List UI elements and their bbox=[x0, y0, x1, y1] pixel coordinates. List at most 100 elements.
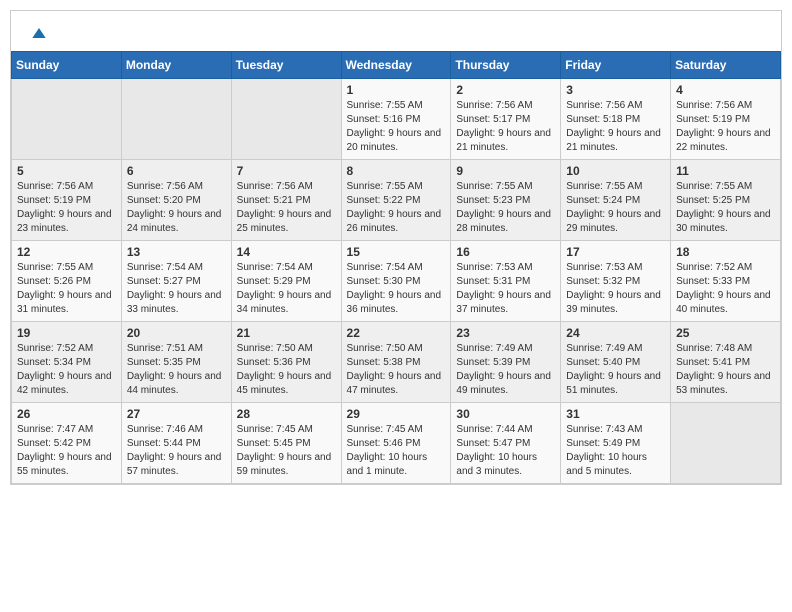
day-number: 30 bbox=[456, 407, 555, 421]
day-cell: 11 Sunrise: 7:55 AMSunset: 5:25 PMDayligh… bbox=[671, 160, 781, 241]
day-info: Sunrise: 7:56 AMSunset: 5:20 PMDaylight:… bbox=[127, 180, 226, 236]
logo-icon bbox=[29, 23, 49, 43]
day-info: Sunrise: 7:47 AMSunset: 5:42 PMDaylight:… bbox=[17, 423, 116, 479]
day-number: 7 bbox=[237, 164, 336, 178]
day-cell: 13Sunrise: 7:54 AMSunset: 5:27 PMDayligh… bbox=[121, 241, 231, 322]
weekday-header-friday: Friday bbox=[561, 52, 671, 79]
day-info: Sunrise: 7:55 AMSunset: 5:16 PMDaylight:… bbox=[347, 99, 446, 155]
day-number: 12 bbox=[17, 245, 116, 259]
week-row-4: 19 Sunrise: 7:52 AMSunset: 5:34 PMDayligh… bbox=[12, 322, 781, 403]
day-cell: 26 Sunrise: 7:47 AMSunset: 5:42 PMDayligh… bbox=[12, 403, 122, 484]
day-number: 17 bbox=[566, 245, 665, 259]
day-cell: 31Sunrise: 7:43 AMSunset: 5:49 PMDayligh… bbox=[561, 403, 671, 484]
day-cell: 8Sunrise: 7:55 AMSunset: 5:22 PMDaylight… bbox=[341, 160, 451, 241]
day-info: Sunrise: 7:45 AMSunset: 5:45 PMDaylight:… bbox=[237, 423, 336, 479]
day-number: 16 bbox=[456, 245, 555, 259]
day-number: 5 bbox=[17, 164, 116, 178]
day-number: 21 bbox=[237, 326, 336, 340]
day-number: 31 bbox=[566, 407, 665, 421]
day-info: Sunrise: 7:50 AMSunset: 5:36 PMDaylight:… bbox=[237, 342, 336, 398]
day-info: Sunrise: 7:46 AMSunset: 5:44 PMDaylight:… bbox=[127, 423, 226, 479]
day-number: 10 bbox=[566, 164, 665, 178]
weekday-header-thursday: Thursday bbox=[451, 52, 561, 79]
day-number: 25 bbox=[676, 326, 775, 340]
day-info: Sunrise: 7:55 AMSunset: 5:23 PMDaylight:… bbox=[456, 180, 555, 236]
day-number: 3 bbox=[566, 83, 665, 97]
day-info: Sunrise: 7:48 AMSunset: 5:41 PMDaylight:… bbox=[676, 342, 775, 398]
day-cell: 3 Sunrise: 7:56 AMSunset: 5:18 PMDaylight… bbox=[561, 79, 671, 160]
day-cell bbox=[121, 79, 231, 160]
day-info: Sunrise: 7:53 AMSunset: 5:32 PMDaylight:… bbox=[566, 261, 665, 317]
weekday-header-saturday: Saturday bbox=[671, 52, 781, 79]
day-cell: 17 Sunrise: 7:53 AMSunset: 5:32 PMDayligh… bbox=[561, 241, 671, 322]
day-number: 4 bbox=[676, 83, 775, 97]
day-info: Sunrise: 7:55 AMSunset: 5:24 PMDaylight:… bbox=[566, 180, 665, 236]
day-info: Sunrise: 7:52 AMSunset: 5:33 PMDaylight:… bbox=[676, 261, 775, 317]
day-info: Sunrise: 7:55 AMSunset: 5:26 PMDaylight:… bbox=[17, 261, 116, 317]
day-number: 27 bbox=[127, 407, 226, 421]
day-number: 1 bbox=[347, 83, 446, 97]
day-info: Sunrise: 7:56 AMSunset: 5:19 PMDaylight:… bbox=[676, 99, 775, 155]
day-number: 8 bbox=[347, 164, 446, 178]
day-info: Sunrise: 7:54 AMSunset: 5:29 PMDaylight:… bbox=[237, 261, 336, 317]
day-cell: 22 Sunrise: 7:50 AMSunset: 5:38 PMDayligh… bbox=[341, 322, 451, 403]
day-number: 15 bbox=[347, 245, 446, 259]
day-info: Sunrise: 7:55 AMSunset: 5:25 PMDaylight:… bbox=[676, 180, 775, 236]
day-info: Sunrise: 7:52 AMSunset: 5:34 PMDaylight:… bbox=[17, 342, 116, 398]
day-cell: 10 Sunrise: 7:55 AMSunset: 5:24 PMDayligh… bbox=[561, 160, 671, 241]
day-info: Sunrise: 7:56 AMSunset: 5:19 PMDaylight:… bbox=[17, 180, 116, 236]
day-number: 9 bbox=[456, 164, 555, 178]
logo bbox=[27, 23, 49, 43]
day-number: 26 bbox=[17, 407, 116, 421]
day-number: 19 bbox=[17, 326, 116, 340]
week-row-1: 1 Sunrise: 7:55 AMSunset: 5:16 PMDaylight… bbox=[12, 79, 781, 160]
day-cell: 19 Sunrise: 7:52 AMSunset: 5:34 PMDayligh… bbox=[12, 322, 122, 403]
calendar-page: SundayMondayTuesdayWednesdayThursdayFrid… bbox=[10, 10, 782, 485]
day-cell: 30 Sunrise: 7:44 AMSunset: 5:47 PMDayligh… bbox=[451, 403, 561, 484]
header bbox=[11, 11, 781, 51]
day-number: 23 bbox=[456, 326, 555, 340]
weekday-header-tuesday: Tuesday bbox=[231, 52, 341, 79]
day-cell: 27 Sunrise: 7:46 AMSunset: 5:44 PMDayligh… bbox=[121, 403, 231, 484]
day-cell: 28Sunrise: 7:45 AMSunset: 5:45 PMDayligh… bbox=[231, 403, 341, 484]
day-number: 18 bbox=[676, 245, 775, 259]
day-info: Sunrise: 7:56 AMSunset: 5:21 PMDaylight:… bbox=[237, 180, 336, 236]
day-cell: 29Sunrise: 7:45 AMSunset: 5:46 PMDayligh… bbox=[341, 403, 451, 484]
day-cell: 12 Sunrise: 7:55 AMSunset: 5:26 PMDayligh… bbox=[12, 241, 122, 322]
day-cell: 4 Sunrise: 7:56 AMSunset: 5:19 PMDaylight… bbox=[671, 79, 781, 160]
day-cell: 5 Sunrise: 7:56 AMSunset: 5:19 PMDaylight… bbox=[12, 160, 122, 241]
day-info: Sunrise: 7:49 AMSunset: 5:39 PMDaylight:… bbox=[456, 342, 555, 398]
day-cell bbox=[12, 79, 122, 160]
day-cell: 7 Sunrise: 7:56 AMSunset: 5:21 PMDaylight… bbox=[231, 160, 341, 241]
day-cell bbox=[231, 79, 341, 160]
day-cell: 18 Sunrise: 7:52 AMSunset: 5:33 PMDayligh… bbox=[671, 241, 781, 322]
day-number: 29 bbox=[347, 407, 446, 421]
day-info: Sunrise: 7:51 AMSunset: 5:35 PMDaylight:… bbox=[127, 342, 226, 398]
day-number: 2 bbox=[456, 83, 555, 97]
day-info: Sunrise: 7:44 AMSunset: 5:47 PMDaylight:… bbox=[456, 423, 555, 479]
day-number: 13 bbox=[127, 245, 226, 259]
day-info: Sunrise: 7:56 AMSunset: 5:18 PMDaylight:… bbox=[566, 99, 665, 155]
day-cell: 9 Sunrise: 7:55 AMSunset: 5:23 PMDaylight… bbox=[451, 160, 561, 241]
day-info: Sunrise: 7:53 AMSunset: 5:31 PMDaylight:… bbox=[456, 261, 555, 317]
day-cell bbox=[671, 403, 781, 484]
week-row-5: 26 Sunrise: 7:47 AMSunset: 5:42 PMDayligh… bbox=[12, 403, 781, 484]
weekday-header-monday: Monday bbox=[121, 52, 231, 79]
week-row-3: 12 Sunrise: 7:55 AMSunset: 5:26 PMDayligh… bbox=[12, 241, 781, 322]
day-cell: 21 Sunrise: 7:50 AMSunset: 5:36 PMDayligh… bbox=[231, 322, 341, 403]
day-number: 20 bbox=[127, 326, 226, 340]
day-cell: 14 Sunrise: 7:54 AMSunset: 5:29 PMDayligh… bbox=[231, 241, 341, 322]
day-info: Sunrise: 7:56 AMSunset: 5:17 PMDaylight:… bbox=[456, 99, 555, 155]
day-number: 22 bbox=[347, 326, 446, 340]
day-number: 14 bbox=[237, 245, 336, 259]
day-number: 6 bbox=[127, 164, 226, 178]
calendar-table: SundayMondayTuesdayWednesdayThursdayFrid… bbox=[11, 51, 781, 484]
weekday-header-sunday: Sunday bbox=[12, 52, 122, 79]
day-number: 24 bbox=[566, 326, 665, 340]
day-cell: 15Sunrise: 7:54 AMSunset: 5:30 PMDayligh… bbox=[341, 241, 451, 322]
day-number: 11 bbox=[676, 164, 775, 178]
day-cell: 24Sunrise: 7:49 AMSunset: 5:40 PMDayligh… bbox=[561, 322, 671, 403]
weekday-header-row: SundayMondayTuesdayWednesdayThursdayFrid… bbox=[12, 52, 781, 79]
day-info: Sunrise: 7:50 AMSunset: 5:38 PMDaylight:… bbox=[347, 342, 446, 398]
day-cell: 23 Sunrise: 7:49 AMSunset: 5:39 PMDayligh… bbox=[451, 322, 561, 403]
